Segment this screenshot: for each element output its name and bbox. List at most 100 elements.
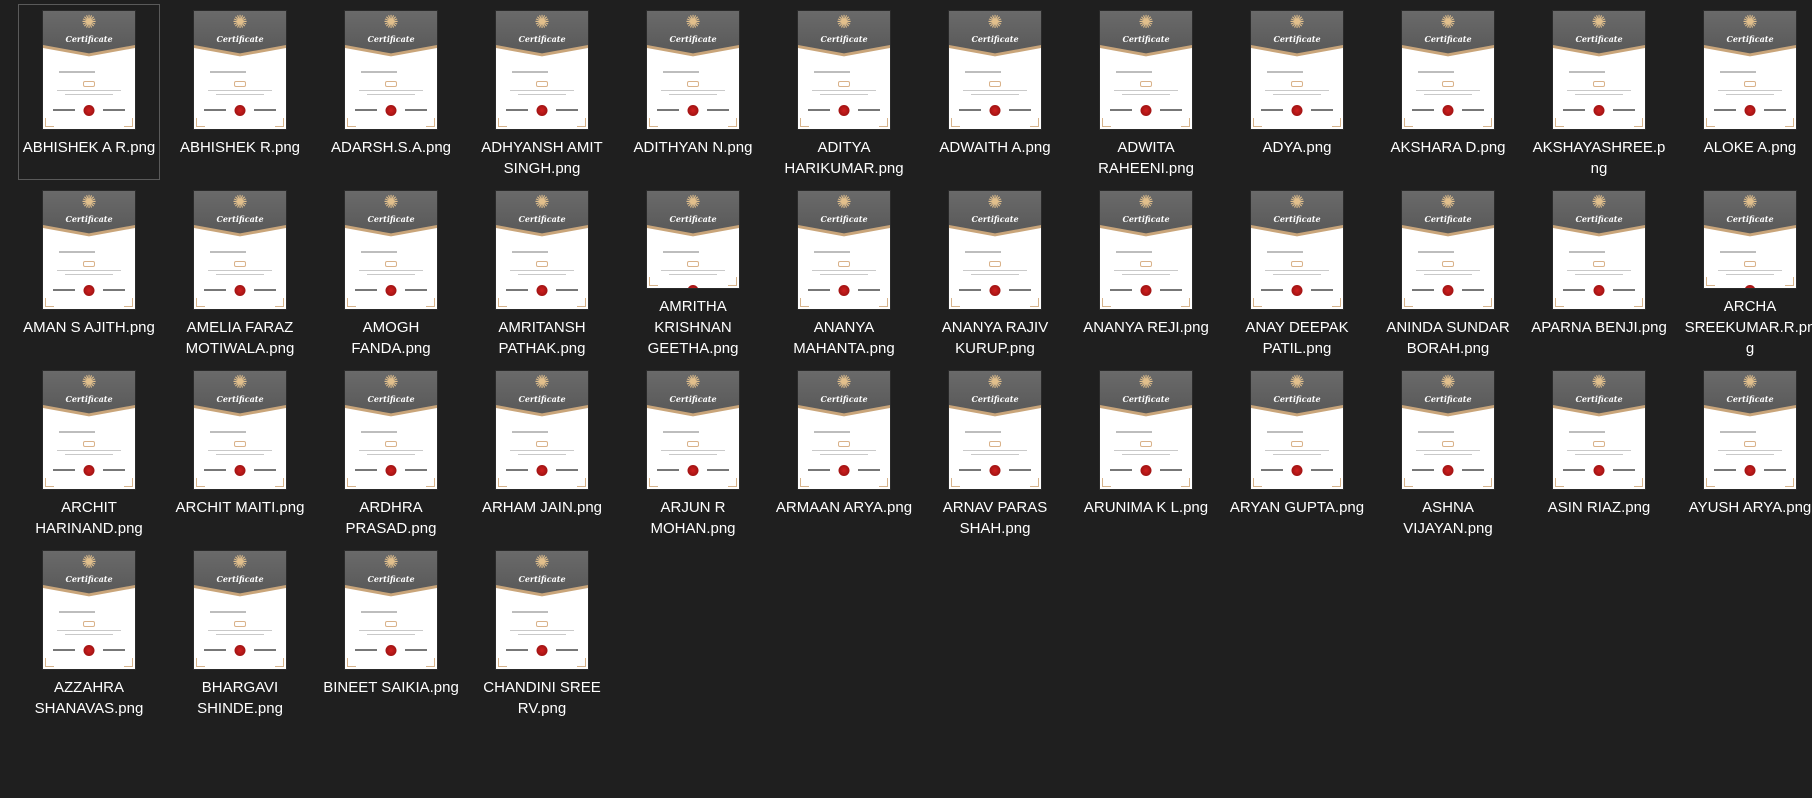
file-item[interactable]: ✺ Certificate AMRITHA KRISHNAN GEETHA.png xyxy=(622,184,764,360)
file-item[interactable]: ✺ Certificate ARCHIT HARINAND.png xyxy=(18,364,160,540)
file-name-label[interactable]: ADYA.png xyxy=(1228,137,1366,158)
file-name-label[interactable]: AMELIA FARAZ MOTIWALA.png xyxy=(171,317,309,359)
file-item[interactable]: ✺ Certificate ARCHIT MAITI.png xyxy=(169,364,311,540)
file-name-label[interactable]: ARCHIT HARINAND.png xyxy=(20,497,158,539)
file-item[interactable]: ✺ Certificate ARUNIMA K L.png xyxy=(1075,364,1217,540)
file-item[interactable]: ✺ Certificate CHANDINI SREE RV.png xyxy=(471,544,613,720)
file-name-label[interactable]: APARNA BENJI.png xyxy=(1530,317,1668,338)
file-name-label[interactable]: ABHISHEK R.png xyxy=(171,137,309,158)
file-item[interactable]: ✺ Certificate ADITHYAN N.png xyxy=(622,4,764,180)
file-name-label[interactable]: ARYAN GUPTA.png xyxy=(1228,497,1366,518)
file-item[interactable]: ✺ Certificate BHARGAVI SHINDE.png xyxy=(169,544,311,720)
certificate-thumbnail-icon[interactable]: ✺ Certificate xyxy=(1402,191,1494,309)
certificate-thumbnail-icon[interactable]: ✺ Certificate xyxy=(496,191,588,309)
file-name-label[interactable]: ASHNA VIJAYAN.png xyxy=(1379,497,1517,539)
certificate-thumbnail-icon[interactable]: ✺ Certificate xyxy=(194,191,286,309)
file-item[interactable]: ✺ Certificate ARJUN R MOHAN.png xyxy=(622,364,764,540)
file-item[interactable]: ✺ Certificate ARHAM JAIN.png xyxy=(471,364,613,540)
file-item[interactable]: ✺ Certificate ARDHRA PRASAD.png xyxy=(320,364,462,540)
file-name-label[interactable]: ABHISHEK A R.png xyxy=(20,137,158,158)
file-item[interactable]: ✺ Certificate AYUSH ARYA.png xyxy=(1679,364,1812,540)
file-name-label[interactable]: ASIN RIAZ.png xyxy=(1530,497,1668,518)
file-name-label[interactable]: ADITHYAN N.png xyxy=(624,137,762,158)
certificate-thumbnail-icon[interactable]: ✺ Certificate xyxy=(194,551,286,669)
file-name-label[interactable]: ARCHIT MAITI.png xyxy=(171,497,309,518)
certificate-thumbnail-icon[interactable]: ✺ Certificate xyxy=(345,551,437,669)
file-item[interactable]: ✺ Certificate ADITYA HARIKUMAR.png xyxy=(773,4,915,180)
certificate-thumbnail-icon[interactable]: ✺ Certificate xyxy=(647,191,739,288)
certificate-thumbnail-icon[interactable]: ✺ Certificate xyxy=(43,11,135,129)
file-name-label[interactable]: BINEET SAIKIA.png xyxy=(322,677,460,698)
certificate-thumbnail-icon[interactable]: ✺ Certificate xyxy=(798,371,890,489)
certificate-thumbnail-icon[interactable]: ✺ Certificate xyxy=(496,11,588,129)
file-name-label[interactable]: AMRITHA KRISHNAN GEETHA.png xyxy=(624,296,762,359)
certificate-thumbnail-icon[interactable]: ✺ Certificate xyxy=(194,11,286,129)
file-name-label[interactable]: ANANYA MAHANTA.png xyxy=(775,317,913,359)
file-name-label[interactable]: AMOGH FANDA.png xyxy=(322,317,460,359)
file-name-label[interactable]: ANANYA REJI.png xyxy=(1077,317,1215,338)
file-name-label[interactable]: ADWITA RAHEENI.png xyxy=(1077,137,1215,179)
certificate-thumbnail-icon[interactable]: ✺ Certificate xyxy=(1553,191,1645,309)
file-name-label[interactable]: AKSHARA D.png xyxy=(1379,137,1517,158)
file-name-label[interactable]: AMRITANSH PATHAK.png xyxy=(473,317,611,359)
file-name-label[interactable]: ARNAV PARAS SHAH.png xyxy=(926,497,1064,539)
file-name-label[interactable]: ARDHRA PRASAD.png xyxy=(322,497,460,539)
file-item[interactable]: ✺ Certificate ABHISHEK A R.png xyxy=(18,4,160,180)
file-name-label[interactable]: ARCHA SREEKUMAR.R.png xyxy=(1681,296,1812,359)
file-item[interactable]: ✺ Certificate ASHNA VIJAYAN.png xyxy=(1377,364,1519,540)
file-item[interactable]: ✺ Certificate ADARSH.S.A.png xyxy=(320,4,462,180)
certificate-thumbnail-icon[interactable]: ✺ Certificate xyxy=(647,11,739,129)
certificate-thumbnail-icon[interactable]: ✺ Certificate xyxy=(1100,11,1192,129)
file-item[interactable]: ✺ Certificate ARNAV PARAS SHAH.png xyxy=(924,364,1066,540)
file-item[interactable]: ✺ Certificate ADWAITH A.png xyxy=(924,4,1066,180)
file-item[interactable]: ✺ Certificate ADYA.png xyxy=(1226,4,1368,180)
certificate-thumbnail-icon[interactable]: ✺ Certificate xyxy=(1704,191,1796,288)
certificate-thumbnail-icon[interactable]: ✺ Certificate xyxy=(798,191,890,309)
certificate-thumbnail-icon[interactable]: ✺ Certificate xyxy=(1402,11,1494,129)
file-name-label[interactable]: AZZAHRA SHANAVAS.png xyxy=(20,677,158,719)
certificate-thumbnail-icon[interactable]: ✺ Certificate xyxy=(1251,11,1343,129)
certificate-thumbnail-icon[interactable]: ✺ Certificate xyxy=(345,191,437,309)
file-name-label[interactable]: ANINDA SUNDAR BORAH.png xyxy=(1379,317,1517,359)
file-item[interactable]: ✺ Certificate ANANYA REJI.png xyxy=(1075,184,1217,360)
file-item[interactable]: ✺ Certificate ADHYANSH AMIT SINGH.png xyxy=(471,4,613,180)
file-item[interactable]: ✺ Certificate BINEET SAIKIA.png xyxy=(320,544,462,720)
file-name-label[interactable]: ALOKE A.png xyxy=(1681,137,1812,158)
certificate-thumbnail-icon[interactable]: ✺ Certificate xyxy=(43,551,135,669)
certificate-thumbnail-icon[interactable]: ✺ Certificate xyxy=(1402,371,1494,489)
certificate-thumbnail-icon[interactable]: ✺ Certificate xyxy=(1100,191,1192,309)
certificate-thumbnail-icon[interactable]: ✺ Certificate xyxy=(496,551,588,669)
file-item[interactable]: ✺ Certificate AMAN S AJITH.png xyxy=(18,184,160,360)
certificate-thumbnail-icon[interactable]: ✺ Certificate xyxy=(949,191,1041,309)
file-item[interactable]: ✺ Certificate APARNA BENJI.png xyxy=(1528,184,1670,360)
certificate-thumbnail-icon[interactable]: ✺ Certificate xyxy=(1704,371,1796,489)
file-item[interactable]: ✺ Certificate ASIN RIAZ.png xyxy=(1528,364,1670,540)
file-name-label[interactable]: ARMAAN ARYA.png xyxy=(775,497,913,518)
certificate-thumbnail-icon[interactable]: ✺ Certificate xyxy=(949,371,1041,489)
certificate-thumbnail-icon[interactable]: ✺ Certificate xyxy=(1553,371,1645,489)
file-item[interactable]: ✺ Certificate AZZAHRA SHANAVAS.png xyxy=(18,544,160,720)
certificate-thumbnail-icon[interactable]: ✺ Certificate xyxy=(194,371,286,489)
file-name-label[interactable]: ADITYA HARIKUMAR.png xyxy=(775,137,913,179)
certificate-thumbnail-icon[interactable]: ✺ Certificate xyxy=(43,371,135,489)
certificate-thumbnail-icon[interactable]: ✺ Certificate xyxy=(949,11,1041,129)
certificate-thumbnail-icon[interactable]: ✺ Certificate xyxy=(1553,11,1645,129)
file-name-label[interactable]: AYUSH ARYA.png xyxy=(1681,497,1812,518)
certificate-thumbnail-icon[interactable]: ✺ Certificate xyxy=(1704,11,1796,129)
file-item[interactable]: ✺ Certificate AKSHARA D.png xyxy=(1377,4,1519,180)
certificate-thumbnail-icon[interactable]: ✺ Certificate xyxy=(1251,371,1343,489)
file-item[interactable]: ✺ Certificate ANAY DEEPAK PATIL.png xyxy=(1226,184,1368,360)
file-item[interactable]: ✺ Certificate ABHISHEK R.png xyxy=(169,4,311,180)
file-item[interactable]: ✺ Certificate ADWITA RAHEENI.png xyxy=(1075,4,1217,180)
file-item[interactable]: ✺ Certificate ANINDA SUNDAR BORAH.png xyxy=(1377,184,1519,360)
file-item[interactable]: ✺ Certificate ARYAN GUPTA.png xyxy=(1226,364,1368,540)
file-item[interactable]: ✺ Certificate ALOKE A.png xyxy=(1679,4,1812,180)
file-item[interactable]: ✺ Certificate AKSHAYASHREE.png xyxy=(1528,4,1670,180)
certificate-thumbnail-icon[interactable]: ✺ Certificate xyxy=(345,371,437,489)
certificate-thumbnail-icon[interactable]: ✺ Certificate xyxy=(345,11,437,129)
file-name-label[interactable]: AMAN S AJITH.png xyxy=(20,317,158,338)
certificate-thumbnail-icon[interactable]: ✺ Certificate xyxy=(43,191,135,309)
file-name-label[interactable]: ANAY DEEPAK PATIL.png xyxy=(1228,317,1366,359)
file-name-label[interactable]: ARJUN R MOHAN.png xyxy=(624,497,762,539)
certificate-thumbnail-icon[interactable]: ✺ Certificate xyxy=(1251,191,1343,309)
